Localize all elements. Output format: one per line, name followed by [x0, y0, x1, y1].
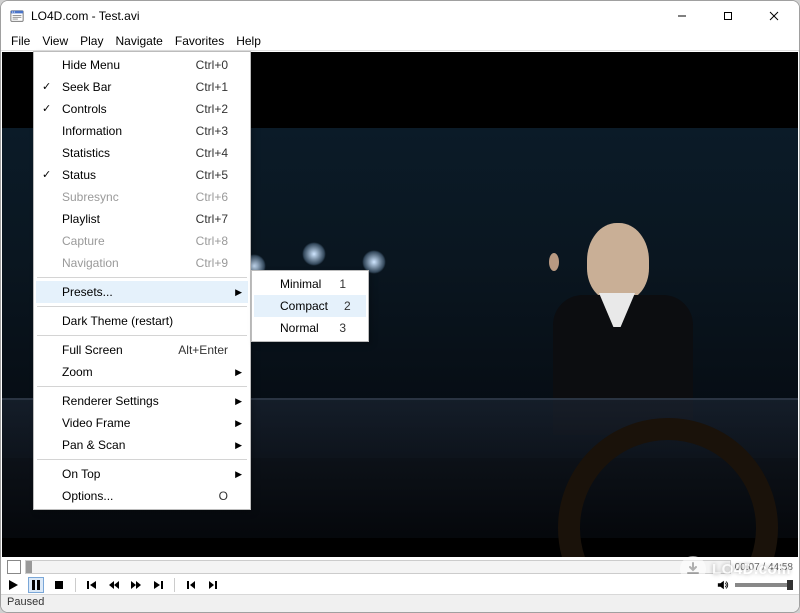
status-text: Paused [7, 596, 44, 608]
seek-track[interactable] [25, 560, 731, 574]
mi-capture: CaptureCtrl+8 [36, 230, 248, 252]
window-title: LO4D.com - Test.avi [31, 9, 139, 23]
submenu-arrow-icon: ▶ [235, 418, 242, 429]
menu-separator [37, 277, 247, 278]
mi-options[interactable]: Options...O [36, 485, 248, 507]
watermark-text: LO4D.com [712, 561, 791, 578]
submenu-arrow-icon: ▶ [235, 469, 242, 480]
pause-button[interactable] [29, 578, 43, 592]
rewind-button[interactable] [108, 579, 120, 591]
mi-subresync: SubresyncCtrl+6 [36, 186, 248, 208]
mi-dark-theme[interactable]: Dark Theme (restart) [36, 310, 248, 332]
app-icon [9, 8, 25, 24]
titlebar: LO4D.com - Test.avi [1, 1, 799, 31]
close-button[interactable] [751, 1, 797, 31]
mi-information[interactable]: InformationCtrl+3 [36, 120, 248, 142]
view-menu: Hide MenuCtrl+0 ✓Seek BarCtrl+1 ✓Control… [33, 51, 251, 510]
statusbar: Paused [1, 594, 799, 612]
submenu-arrow-icon: ▶ [235, 287, 242, 298]
menu-separator [37, 306, 247, 307]
menu-view[interactable]: View [36, 32, 74, 50]
download-icon [680, 556, 706, 582]
check-icon: ✓ [42, 168, 51, 181]
mi-navigation: NavigationCtrl+9 [36, 252, 248, 274]
frame-forward-button[interactable] [207, 579, 219, 591]
submenu-arrow-icon: ▶ [235, 440, 242, 451]
menu-help[interactable]: Help [230, 32, 267, 50]
seekbar: 00:07 / 44:58 [3, 558, 797, 576]
menu-navigate[interactable]: Navigate [109, 32, 168, 50]
maximize-button[interactable] [705, 1, 751, 31]
mi-playlist[interactable]: PlaylistCtrl+7 [36, 208, 248, 230]
mi-statistics[interactable]: StatisticsCtrl+4 [36, 142, 248, 164]
skip-forward-button[interactable] [152, 579, 164, 591]
menubar: File View Play Navigate Favorites Help [1, 31, 799, 51]
minimize-button[interactable] [659, 1, 705, 31]
check-icon: ✓ [42, 102, 51, 115]
volume-slider[interactable] [735, 583, 793, 587]
submenu-arrow-icon: ▶ [235, 396, 242, 407]
mi-video-frame[interactable]: Video Frame▶ [36, 412, 248, 434]
mi-presets[interactable]: Presets...▶ [36, 281, 248, 303]
skip-back-button[interactable] [86, 579, 98, 591]
watermark: LO4D.com [680, 556, 791, 582]
play-button[interactable] [7, 579, 19, 591]
mi-on-top[interactable]: On Top▶ [36, 463, 248, 485]
preset-compact[interactable]: Compact2 [254, 295, 366, 317]
mi-seek-bar[interactable]: ✓Seek BarCtrl+1 [36, 76, 248, 98]
menu-separator [37, 386, 247, 387]
frame-back-button[interactable] [185, 579, 197, 591]
menu-separator [37, 335, 247, 336]
mi-renderer-settings[interactable]: Renderer Settings▶ [36, 390, 248, 412]
seek-reset-icon[interactable] [7, 560, 21, 574]
mi-status[interactable]: ✓StatusCtrl+5 [36, 164, 248, 186]
submenu-arrow-icon: ▶ [235, 367, 242, 378]
menu-separator [37, 459, 247, 460]
check-icon: ✓ [42, 80, 51, 93]
mi-pan-scan[interactable]: Pan & Scan▶ [36, 434, 248, 456]
mi-full-screen[interactable]: Full ScreenAlt+Enter [36, 339, 248, 361]
preset-normal[interactable]: Normal3 [254, 317, 366, 339]
mi-zoom[interactable]: Zoom▶ [36, 361, 248, 383]
menu-favorites[interactable]: Favorites [169, 32, 230, 50]
stop-button[interactable] [53, 579, 65, 591]
mi-hide-menu[interactable]: Hide MenuCtrl+0 [36, 54, 248, 76]
menu-file[interactable]: File [5, 32, 36, 50]
mi-controls[interactable]: ✓ControlsCtrl+2 [36, 98, 248, 120]
preset-minimal[interactable]: Minimal1 [254, 273, 366, 295]
menu-play[interactable]: Play [74, 32, 109, 50]
fastforward-button[interactable] [130, 579, 142, 591]
presets-submenu: Minimal1 Compact2 Normal3 [251, 270, 369, 342]
